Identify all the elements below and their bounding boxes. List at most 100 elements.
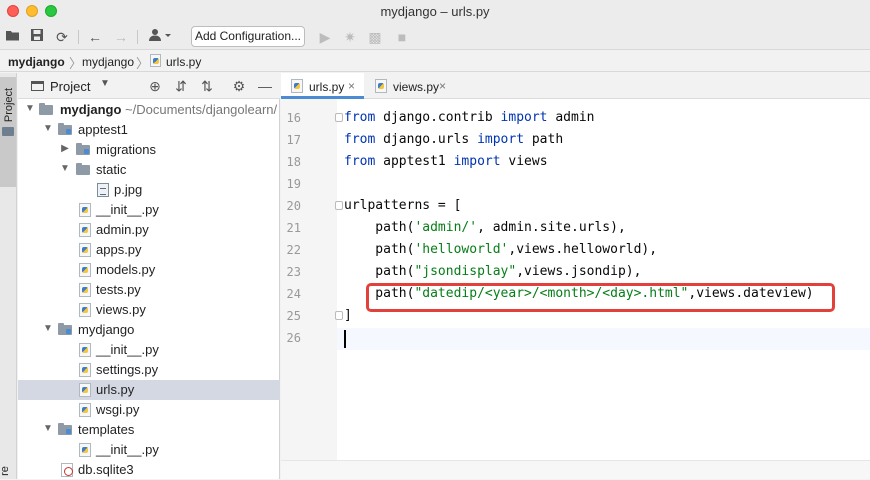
tree-row-static[interactable]: ▼ static [18, 160, 280, 180]
stop-icon[interactable]: ■ [393, 28, 411, 46]
line-number-gutter: 16 17 18 19 20 21 22 23 24 25 26 [281, 99, 343, 479]
project-panel: Project ▼ ⊕ ⇵ ⇅ ⚙ — ▼ mydjango ~/Documen… [18, 73, 280, 479]
fold-marker-icon[interactable] [335, 201, 343, 210]
python-file-icon [375, 79, 387, 93]
project-panel-header: Project ▼ ⊕ ⇵ ⇅ ⚙ — [18, 73, 280, 99]
line-number: 18 [286, 155, 301, 169]
python-file-icon [79, 383, 91, 397]
tree-row-templates[interactable]: ▼ templates [18, 420, 280, 440]
line-number: 21 [286, 221, 301, 235]
sync-icon[interactable]: ⟳ [53, 28, 71, 46]
save-icon[interactable] [28, 28, 46, 46]
expand-arrow-icon[interactable]: ▼ [43, 123, 53, 134]
tree-row-tests-py[interactable]: tests.py [18, 280, 280, 300]
python-file-icon [291, 79, 303, 93]
python-file-icon [79, 343, 91, 357]
line-number: 16 [286, 111, 301, 125]
folder-open-icon[interactable] [4, 28, 22, 46]
python-file-icon [79, 223, 91, 237]
debug-icon[interactable]: ✷ [341, 28, 359, 46]
tab-views-py[interactable]: views.py × [365, 73, 455, 99]
project-tool-tab[interactable]: Project [0, 77, 16, 187]
expand-all-icon[interactable]: ⇅ [199, 78, 215, 94]
user-icon[interactable] [146, 28, 174, 46]
gear-icon[interactable]: ⚙ [231, 78, 247, 94]
tree-row-models-py[interactable]: models.py [18, 260, 280, 280]
side-tool-strip: Project re [0, 73, 17, 479]
package-folder-icon [58, 123, 72, 135]
code-editor: urls.py × views.py × 16 17 18 19 20 21 2… [281, 73, 870, 479]
close-icon[interactable]: × [439, 79, 446, 93]
tree-item-label: views.py [96, 302, 146, 317]
tree-item-label: db.sqlite3 [78, 462, 134, 477]
tree-item-label: mydjango [78, 322, 135, 337]
python-file-icon [79, 443, 91, 457]
breadcrumb-item-package[interactable]: mydjango [82, 55, 134, 69]
package-folder-icon [58, 423, 72, 435]
line-number: 24 [286, 287, 301, 301]
chevron-down-icon[interactable]: ▼ [100, 78, 110, 89]
tree-item-label: admin.py [96, 222, 149, 237]
python-file-icon [79, 203, 91, 217]
tree-row-p-jpg[interactable]: p.jpg [18, 180, 280, 200]
line-number: 19 [286, 177, 301, 191]
tree-row-wsgi-py[interactable]: wsgi.py [18, 400, 280, 420]
coverage-icon[interactable]: ▩ [366, 28, 384, 46]
tree-row-mydjango[interactable]: ▼ mydjango [18, 320, 280, 340]
back-icon[interactable]: ← [86, 28, 104, 46]
tree-item-label: p.jpg [114, 182, 143, 197]
add-configuration-button[interactable]: Add Configuration... [191, 26, 305, 47]
tree-item-label: apps.py [96, 242, 142, 257]
project-view-selector[interactable]: Project [50, 79, 90, 94]
breadcrumb-item-project[interactable]: mydjango [8, 55, 65, 69]
locate-file-icon[interactable]: ⊕ [147, 78, 163, 94]
fold-marker-icon[interactable] [335, 113, 343, 122]
tree-row-apps-py[interactable]: apps.py [18, 240, 280, 260]
expand-arrow-icon[interactable]: ▼ [60, 163, 70, 174]
tree-row-admin-py[interactable]: admin.py [18, 220, 280, 240]
tree-item-label: __init__.py [96, 442, 159, 457]
line-number: 20 [286, 199, 301, 213]
folder-icon [39, 103, 53, 115]
tree-row-urls-py[interactable]: urls.py [18, 380, 280, 400]
tree-item-label: settings.py [96, 362, 159, 377]
fold-marker-icon[interactable] [335, 311, 343, 320]
tab-urls-py[interactable]: urls.py × [281, 73, 364, 99]
python-file-icon [79, 303, 91, 317]
tree-row-settings-py[interactable]: settings.py [18, 360, 280, 380]
tree-row-db-sqlite3[interactable]: db.sqlite3 [18, 460, 280, 480]
expand-arrow-icon[interactable]: ▼ [43, 323, 53, 334]
tree-row-init-py[interactable]: __init__.py [18, 440, 280, 460]
folder-icon [2, 127, 14, 136]
python-file-icon [150, 54, 161, 67]
tree-item-label: tests.py [96, 282, 141, 297]
package-folder-icon [58, 323, 72, 335]
project-view-icon [31, 81, 44, 91]
tree-item-label: apptest1 [78, 122, 128, 137]
breadcrumb: mydjango 〉 mydjango 〉 urls.py [0, 50, 870, 72]
folder-icon [76, 163, 90, 175]
collapse-all-icon[interactable]: ⇵ [173, 78, 189, 94]
toolbar-divider [78, 30, 79, 44]
image-file-icon [97, 183, 109, 197]
tree-row-views-py[interactable]: views.py [18, 300, 280, 320]
python-file-icon [79, 243, 91, 257]
breadcrumb-item-file[interactable]: urls.py [166, 55, 201, 69]
tree-row-root[interactable]: ▼ mydjango ~/Documents/djangolearn/ [18, 100, 280, 120]
expand-arrow-icon[interactable]: ▼ [25, 103, 35, 114]
tree-row-init-py[interactable]: __init__.py [18, 340, 280, 360]
tree-item-label: __init__.py [96, 342, 159, 357]
side-tool-tab-label[interactable]: re [0, 466, 11, 476]
tree-item-label: __init__.py [96, 202, 159, 217]
tree-row-apptest1[interactable]: ▼ apptest1 [18, 120, 280, 140]
code-line-16: from django.contrib import admin [344, 110, 595, 125]
code-line-23: path("jsondisplay",views.jsondip), [344, 264, 642, 279]
tree-row-init-py[interactable]: __init__.py [18, 200, 280, 220]
expand-arrow-icon[interactable]: ▼ [43, 423, 53, 434]
close-icon[interactable]: × [348, 79, 355, 93]
collapse-arrow-icon[interactable]: ▶ [60, 143, 70, 154]
hide-panel-icon[interactable]: — [257, 78, 273, 94]
forward-icon[interactable]: → [112, 28, 130, 46]
tree-row-migrations[interactable]: ▶ migrations [18, 140, 280, 160]
run-icon[interactable]: ▶ [316, 28, 334, 46]
